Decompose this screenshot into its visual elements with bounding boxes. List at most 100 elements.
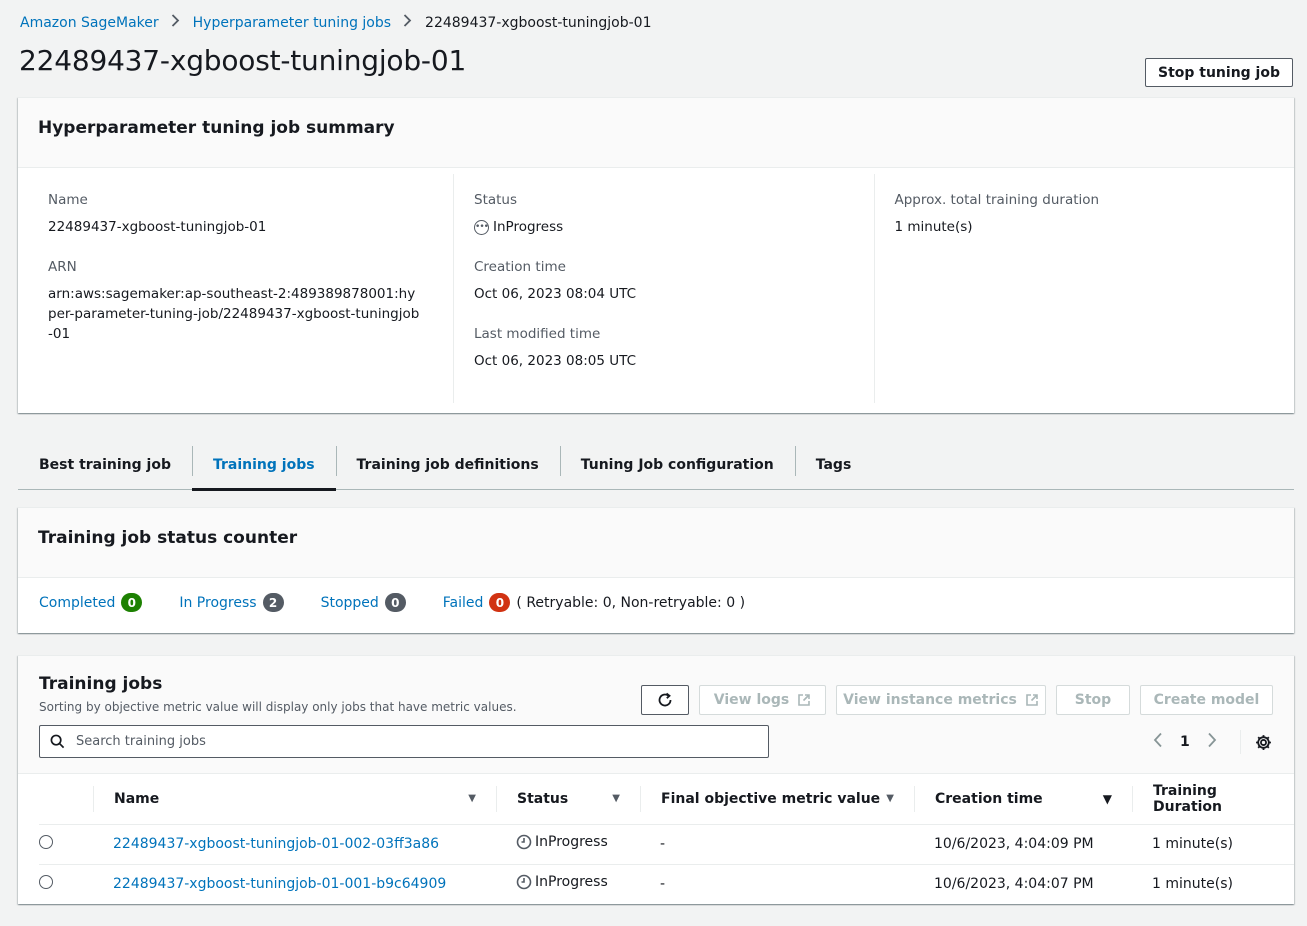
duration-label: Approx. total training duration bbox=[894, 192, 1100, 208]
breadcrumb-sagemaker[interactable]: Amazon SageMaker bbox=[20, 15, 159, 31]
training-jobs-table: Name ▼ Status ▼ Final objective metric val… bbox=[39, 774, 1294, 904]
col-header-metric[interactable]: Final objective metric value ▼ bbox=[640, 774, 914, 825]
name-label: Name bbox=[48, 192, 88, 208]
row-creation-time: 10/6/2023, 4:04:07 PM bbox=[934, 876, 1094, 893]
last-modified-label: Last modified time bbox=[474, 326, 601, 342]
tab-bar: Best training job Training jobs Training… bbox=[18, 440, 1294, 491]
chevron-right-icon[interactable] bbox=[1202, 732, 1222, 753]
col-header-creation-time[interactable]: Creation time ▼ bbox=[914, 774, 1132, 825]
last-modified-value: Oct 06, 2023 08:05 UTC bbox=[474, 353, 636, 369]
creation-time-label: Creation time bbox=[474, 259, 566, 275]
col-creation-label: Creation time bbox=[935, 790, 1043, 807]
col-duration-label: Training Duration bbox=[1153, 782, 1223, 815]
tab-tuning-job-configuration[interactable]: Tuning Job configuration bbox=[559, 440, 795, 490]
caret-down-icon: ▼ bbox=[886, 793, 894, 805]
view-logs-label: View logs bbox=[713, 692, 790, 708]
row-metric: - bbox=[660, 876, 666, 893]
counter-header: Training job status counter bbox=[18, 508, 1294, 578]
gear-icon bbox=[1256, 734, 1271, 750]
tab-tags[interactable]: Tags bbox=[794, 440, 873, 490]
clock-icon bbox=[516, 874, 532, 890]
tuning-job-summary-panel: Hyperparameter tuning job summary Name 2… bbox=[18, 97, 1294, 413]
chevron-right-icon bbox=[403, 14, 412, 31]
table-row[interactable]: 22489437-xgboost-tuningjob-01-002-03ff3a… bbox=[39, 824, 1294, 865]
completed-link[interactable]: Completed bbox=[39, 595, 115, 611]
status-text: InProgress bbox=[493, 219, 564, 235]
failed-count-badge: 0 bbox=[489, 593, 511, 612]
create-model-button[interactable]: Create model bbox=[1140, 685, 1273, 715]
training-job-link[interactable]: 22489437-xgboost-tuningjob-01-002-03ff3a… bbox=[113, 836, 439, 852]
tab-training-job-definitions[interactable]: Training job definitions bbox=[335, 440, 560, 490]
counter-heading: Training job status counter bbox=[38, 528, 298, 548]
row-creation-time: 10/6/2023, 4:04:09 PM bbox=[914, 824, 1132, 865]
chevron-left-icon[interactable] bbox=[1148, 732, 1168, 753]
row-metric: - bbox=[640, 824, 914, 865]
stop-tuning-job-button[interactable]: Stop tuning job bbox=[1145, 58, 1293, 87]
duration-value: 1 minute(s) bbox=[894, 219, 973, 235]
tab-best-training-job[interactable]: Best training job bbox=[18, 440, 192, 490]
row-status-text: InProgress bbox=[535, 874, 608, 891]
select-column-header bbox=[39, 774, 93, 825]
arn-label: ARN bbox=[48, 259, 77, 275]
in-progress-link[interactable]: In Progress bbox=[179, 595, 256, 611]
stopped-count-badge: 0 bbox=[384, 593, 406, 612]
search-input[interactable] bbox=[76, 734, 726, 749]
counter-stopped: Stopped 0 bbox=[321, 593, 406, 612]
summary-column-1: Name 22489437-xgboost-tuningjob-01 ARN a… bbox=[18, 174, 453, 403]
external-link-icon bbox=[798, 694, 811, 706]
col-header-name[interactable]: Name ▼ bbox=[93, 774, 496, 825]
col-name-label: Name bbox=[114, 790, 160, 807]
training-jobs-heading: Training jobs bbox=[39, 674, 163, 694]
chevron-right-icon bbox=[171, 14, 180, 31]
status-label: Status bbox=[474, 192, 518, 208]
breadcrumb-tuning-jobs[interactable]: Hyperparameter tuning jobs bbox=[193, 15, 391, 31]
view-instance-metrics-label: View instance metrics bbox=[843, 692, 1017, 708]
col-status-label: Status bbox=[517, 790, 569, 807]
row-select-radio[interactable] bbox=[39, 864, 93, 904]
breadcrumb: Amazon SageMaker Hyperparameter tuning j… bbox=[20, 14, 651, 31]
arn-value: arn:aws:sagemaker:ap-southeast-2:4893898… bbox=[48, 286, 420, 342]
refresh-icon bbox=[658, 692, 672, 707]
col-metric-label: Final objective metric value bbox=[661, 790, 881, 807]
current-page[interactable]: 1 bbox=[1180, 734, 1190, 750]
search-box[interactable] bbox=[39, 725, 769, 758]
training-job-link[interactable]: 22489437-xgboost-tuningjob-01-001-b9c649… bbox=[113, 876, 446, 892]
clock-icon bbox=[516, 834, 532, 850]
stop-button[interactable]: Stop bbox=[1056, 685, 1130, 715]
view-instance-metrics-button[interactable]: View instance metrics bbox=[836, 685, 1046, 715]
training-jobs-description: Sorting by objective metric value will d… bbox=[39, 700, 517, 714]
view-logs-button[interactable]: View logs bbox=[699, 685, 826, 715]
row-select-radio[interactable] bbox=[39, 824, 93, 865]
training-jobs-panel: Training jobs Sorting by objective metri… bbox=[18, 655, 1294, 904]
external-link-icon bbox=[1026, 694, 1038, 706]
stopped-link[interactable]: Stopped bbox=[321, 595, 379, 611]
row-duration: 1 minute(s) bbox=[1152, 876, 1233, 893]
refresh-button[interactable] bbox=[641, 685, 689, 715]
failed-link[interactable]: Failed bbox=[443, 595, 484, 611]
page-title: 22489437-xgboost-tuningjob-01 bbox=[19, 44, 467, 77]
summary-column-3: Approx. total training duration 1 minute… bbox=[873, 174, 1295, 403]
summary-column-2: Status ••• InProgress Creation time Oct … bbox=[453, 174, 874, 403]
table-row[interactable]: 22489437-xgboost-tuningjob-01-001-b9c649… bbox=[39, 864, 1294, 904]
counter-completed: Completed 0 bbox=[39, 593, 143, 612]
retry-summary: ( Retryable: 0, Non-retryable: 0 ) bbox=[516, 594, 746, 611]
creation-time-value: Oct 06, 2023 08:04 UTC bbox=[474, 286, 636, 302]
table-settings-button[interactable] bbox=[1240, 730, 1272, 754]
breadcrumb-current: 22489437-xgboost-tuningjob-01 bbox=[425, 14, 652, 31]
training-jobs-header: Training jobs Sorting by objective metri… bbox=[18, 656, 1294, 774]
summary-header: Hyperparameter tuning job summary bbox=[18, 98, 1294, 168]
status-in-progress-icon: ••• bbox=[474, 219, 489, 235]
col-header-status[interactable]: Status ▼ bbox=[496, 774, 640, 825]
name-value: 22489437-xgboost-tuningjob-01 bbox=[48, 219, 267, 235]
in-progress-count-badge: 2 bbox=[262, 593, 284, 612]
row-status: InProgress bbox=[516, 834, 608, 850]
pagination: 1 bbox=[1148, 728, 1222, 756]
row-status: InProgress bbox=[516, 874, 608, 890]
counter-in-progress: In Progress 2 bbox=[179, 593, 284, 612]
col-header-duration[interactable]: Training Duration bbox=[1132, 774, 1294, 825]
row-duration: 1 minute(s) bbox=[1132, 824, 1294, 865]
caret-down-icon: ▼ bbox=[468, 793, 476, 805]
caret-down-icon: ▼ bbox=[1102, 791, 1112, 806]
completed-count-badge: 0 bbox=[121, 593, 143, 612]
tab-training-jobs[interactable]: Training jobs bbox=[191, 440, 336, 491]
